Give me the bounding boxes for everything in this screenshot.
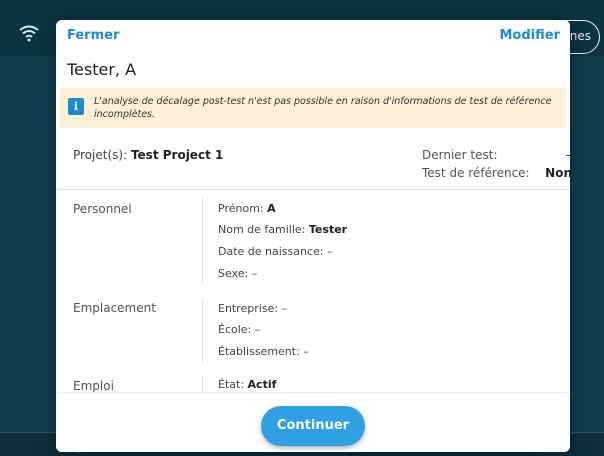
facility-label: Établissement: bbox=[218, 345, 300, 358]
baseline-value: Non bbox=[545, 166, 570, 180]
first-name-value: A bbox=[267, 202, 276, 215]
last-test-row: Dernier test: – bbox=[422, 146, 570, 164]
state-label: État: bbox=[218, 378, 245, 391]
continue-button[interactable]: Continuer bbox=[261, 406, 365, 446]
section-location-label: Emplacement bbox=[73, 301, 156, 315]
projects-label: Projet(s): bbox=[73, 148, 128, 162]
last-name-label: Nom de famille: bbox=[218, 223, 306, 236]
info-banner: i L'analyse de décalage post-test n'est … bbox=[60, 88, 566, 128]
edit-button[interactable]: Modifier bbox=[500, 28, 561, 43]
modal-header: Fermer Modifier bbox=[56, 20, 570, 54]
first-name-field: Prénom: A bbox=[218, 202, 276, 215]
test-summary: Dernier test: – Test de référence: Non bbox=[422, 146, 570, 182]
sex-label: Sexe: bbox=[218, 267, 249, 280]
section-divider bbox=[202, 198, 203, 284]
summary-row: Projet(s): Test Project 1 Dernier test: … bbox=[56, 138, 570, 190]
baseline-label: Test de référence: bbox=[422, 166, 530, 180]
section-divider bbox=[202, 298, 203, 362]
modal-footer: Continuer bbox=[56, 392, 570, 452]
dob-label: Date de naissance: bbox=[218, 245, 324, 258]
state-value: Actif bbox=[247, 378, 277, 391]
school-label: École: bbox=[218, 323, 252, 336]
projects-value: Test Project 1 bbox=[130, 148, 224, 162]
page-title: Tester, A bbox=[67, 60, 137, 79]
patient-detail-modal: Fermer Modifier Tester, A i L'analyse de… bbox=[56, 20, 570, 452]
last-name-value: Tester bbox=[308, 223, 348, 236]
sex-value: – bbox=[251, 267, 258, 280]
section-employment-label: Emploi bbox=[73, 379, 114, 393]
dob-value: – bbox=[327, 245, 333, 258]
school-field: École: – bbox=[218, 323, 260, 336]
info-icon: i bbox=[68, 98, 84, 115]
state-field: État: Actif bbox=[218, 378, 276, 391]
last-name-field: Nom de famille: Tester bbox=[218, 223, 347, 236]
school-value: – bbox=[254, 323, 261, 336]
company-field: Entreprise: – bbox=[218, 302, 287, 315]
dob-field: Date de naissance: – bbox=[218, 245, 333, 258]
close-button[interactable]: Fermer bbox=[67, 28, 119, 43]
projects: Projet(s): Test Project 1 bbox=[73, 148, 223, 162]
company-label: Entreprise: bbox=[218, 302, 279, 315]
first-name-label: Prénom: bbox=[218, 202, 264, 215]
facility-field: Établissement: – bbox=[218, 345, 309, 358]
last-test-value: – bbox=[566, 146, 570, 164]
wifi-icon bbox=[19, 25, 39, 42]
sex-field: Sexe: – bbox=[218, 267, 257, 280]
company-value: – bbox=[281, 302, 288, 315]
last-test-label: Dernier test: bbox=[422, 148, 498, 162]
info-banner-text: L'analyse de décalage post-test n'est pa… bbox=[94, 96, 552, 120]
facility-value: – bbox=[303, 345, 309, 358]
section-personal-label: Personnel bbox=[73, 202, 132, 216]
baseline-row: Test de référence: Non bbox=[422, 164, 570, 182]
